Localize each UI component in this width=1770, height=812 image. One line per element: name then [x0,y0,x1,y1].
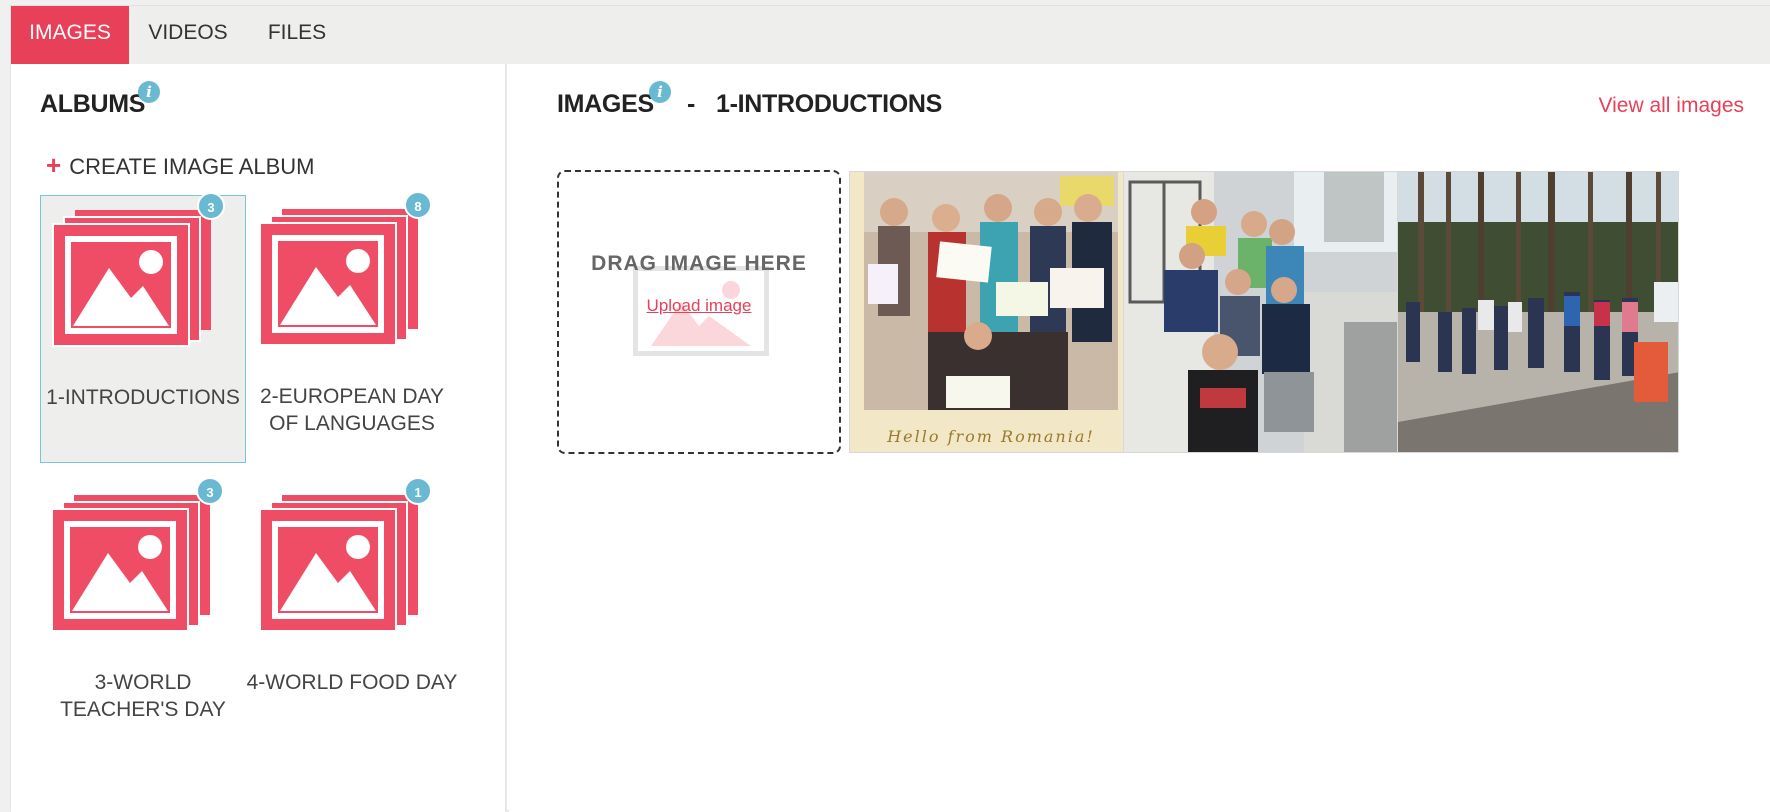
image-album-icon [259,495,418,632]
photo-boys-outdoors [1124,172,1404,452]
tab-videos[interactable]: VIDEOS [129,6,247,64]
media-library: IMAGES VIDEOS FILES ALBUMS i + CREATE IMA… [10,5,1770,812]
albums-panel: ALBUMS i + CREATE IMAGE ALBUM 3 1-INTRODU… [11,64,507,812]
album-label: 1-INTRODUCTIONS [46,386,240,409]
create-album-label: CREATE IMAGE ALBUM [69,154,315,179]
title-separator: - [687,90,696,118]
photo-caption: Hello from Romania! [886,427,1095,446]
image-album-icon [51,495,210,632]
album-label: 4-WORLD FOOD DAY [246,671,458,694]
images-panel: IMAGES i - 1-INTRODUCTIONS View all imag… [509,64,1770,812]
photo-group-in-park [1398,172,1678,452]
album-item-world-teachers-day[interactable]: 3 3-WORLD TEACHER'S DAY [40,477,246,749]
images-title: IMAGES [557,90,654,118]
create-image-album-button[interactable]: + CREATE IMAGE ALBUM [46,150,315,181]
albums-title: ALBUMS [40,90,146,118]
dropzone-text: DRAG IMAGE HERE [591,252,807,275]
image-dropzone[interactable]: DRAG IMAGE HERE Upload image [557,170,841,454]
album-count-badge: 3 [196,477,224,505]
image-album-icon [52,210,211,347]
upload-image-link[interactable]: Upload image [559,296,839,316]
album-item-introductions[interactable]: 3 1-INTRODUCTIONS [40,192,246,463]
tab-bar: IMAGES VIDEOS FILES [11,6,1770,64]
album-label: 2-EUROPEAN DAY OF LANGUAGES [260,385,444,435]
view-all-images-link[interactable]: View all images [1598,94,1744,118]
plus-icon: + [46,150,62,180]
album-label: 3-WORLD TEACHER'S DAY [60,671,226,721]
tab-files[interactable]: FILES [247,6,347,64]
album-item-european-day-of-languages[interactable]: 8 2-EUROPEAN DAY OF LANGUAGES [249,191,455,463]
image-thumbnail[interactable] [1397,171,1679,453]
album-count-badge: 3 [197,192,225,220]
album-count-badge: 1 [404,477,432,505]
current-album-name: 1-INTRODUCTIONS [716,90,943,118]
photo-group-with-signs: Hello from Romania! [850,172,1130,452]
info-icon[interactable]: i [649,81,671,103]
album-item-world-food-day[interactable]: 1 4-WORLD FOOD DAY [247,477,457,749]
image-thumbnail[interactable]: Hello from Romania! [849,171,1131,453]
album-count-badge: 8 [404,191,432,219]
image-album-icon [259,209,418,346]
image-thumbnail[interactable] [1123,171,1405,453]
info-icon[interactable]: i [138,81,160,103]
tab-images[interactable]: IMAGES [11,6,129,64]
